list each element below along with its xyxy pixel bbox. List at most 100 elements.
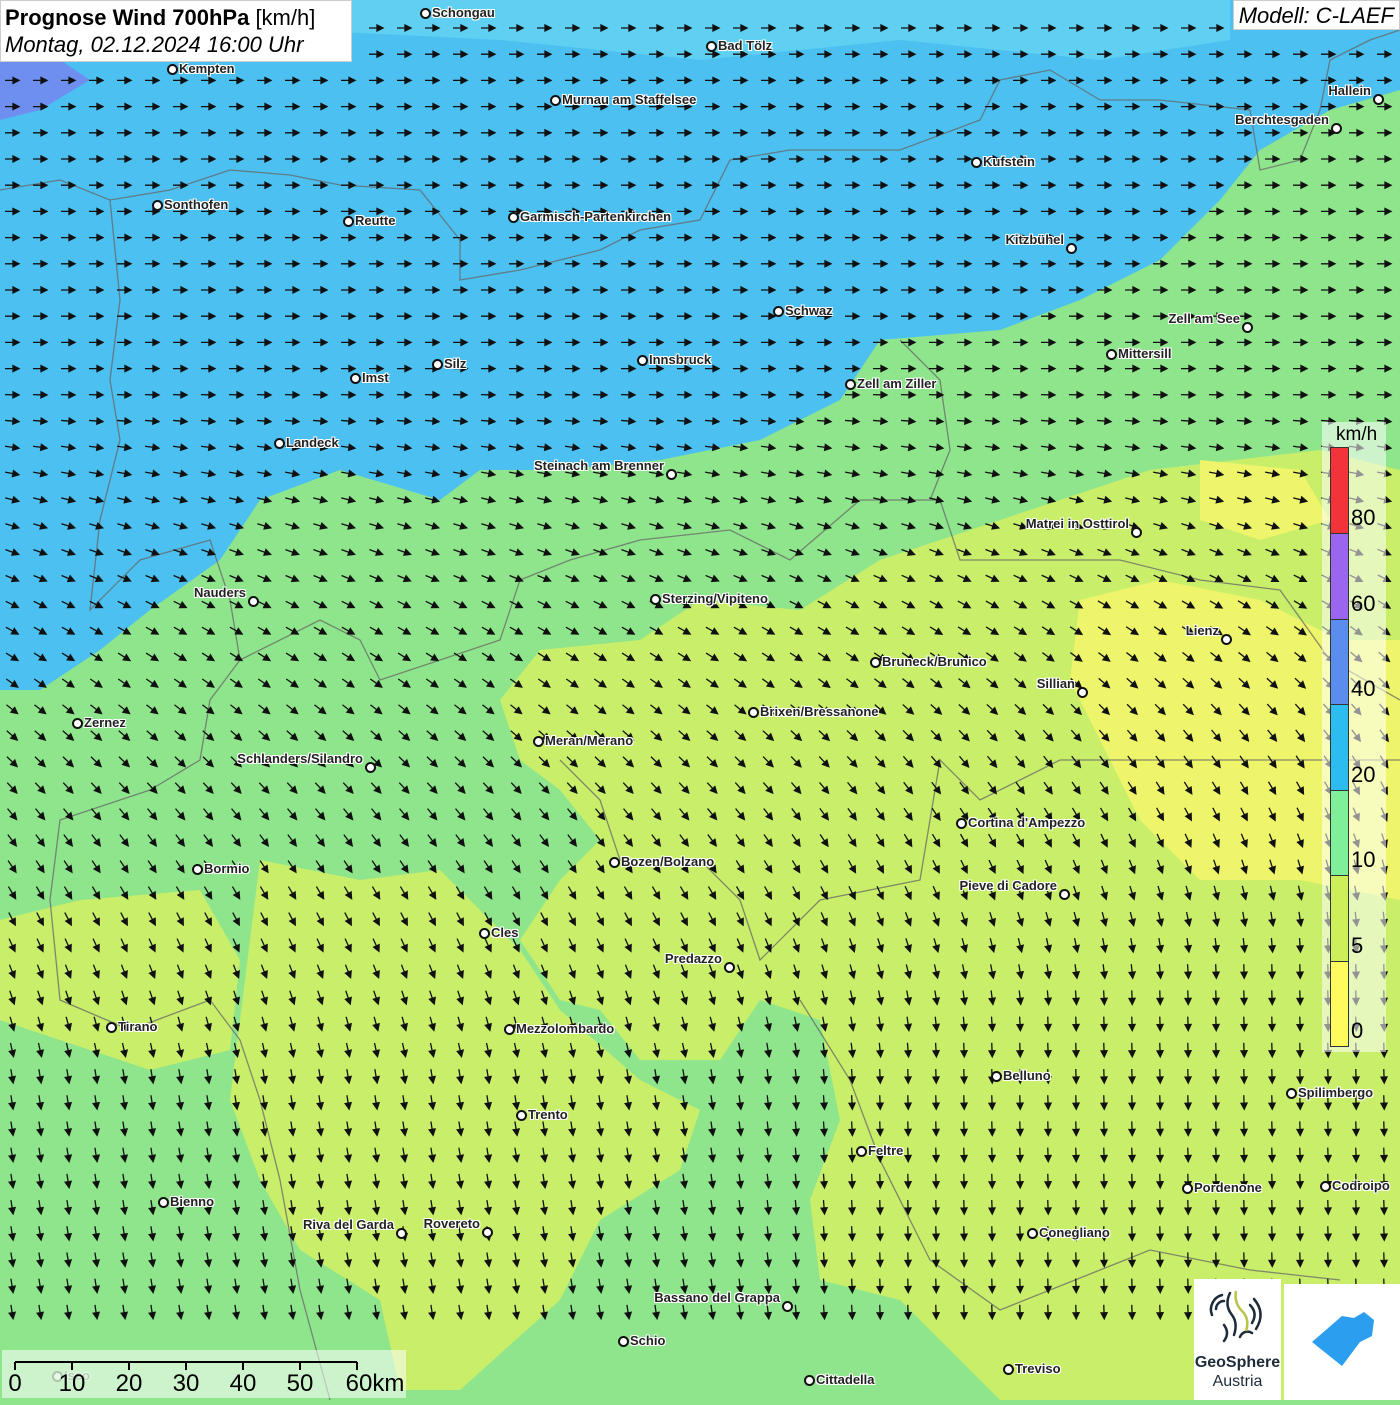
city-marker <box>748 707 759 718</box>
city-label: Mittersill <box>1118 346 1172 361</box>
geosphere-austria-logo[interactable]: GeoSphere Austria <box>1194 1279 1281 1400</box>
city-label: Mezzolombardo <box>516 1021 615 1036</box>
city-marker <box>1059 889 1070 900</box>
city-marker <box>666 469 677 480</box>
scale-ruler <box>14 1361 358 1370</box>
city-marker <box>72 718 83 729</box>
city-label: Pieve di Cadore <box>959 878 1057 893</box>
legend-color-step <box>1331 448 1348 534</box>
city-marker <box>1066 243 1077 254</box>
city-label: Riva del Garda <box>302 1217 394 1232</box>
city-label: Schwaz <box>785 303 833 318</box>
city-label: Sillian <box>1036 676 1075 691</box>
city-label: Murnau am Staffelsee <box>562 92 697 107</box>
title-text: Prognose Wind 700hPa <box>5 5 250 30</box>
city-label: Imst <box>362 370 389 385</box>
city-marker <box>1027 1228 1038 1239</box>
city-label: Sonthofen <box>164 197 229 212</box>
city-label: Kufstein <box>983 154 1035 169</box>
logo-subtext: Austria <box>1212 1373 1263 1390</box>
color-legend: km/h 80 60 40 20 10 5 0 <box>1322 422 1386 1052</box>
legend-color-step <box>1331 960 1348 1046</box>
legend-tick-label: 20 <box>1351 761 1376 787</box>
city-label: Lienz <box>1185 623 1219 638</box>
city-marker <box>106 1022 117 1033</box>
weather-app-logo[interactable] <box>1284 1284 1400 1400</box>
legend-tick-label: 5 <box>1351 932 1364 958</box>
scale-label: 40 <box>229 1370 257 1397</box>
city-marker <box>550 95 561 106</box>
city-marker <box>1373 94 1384 105</box>
city-marker <box>1106 349 1117 360</box>
city-label: Kempten <box>179 61 235 76</box>
city-marker <box>1131 527 1142 538</box>
city-label: Codroipo <box>1332 1178 1390 1193</box>
city-label: Bienno <box>170 1194 215 1209</box>
city-label: Conegliano <box>1039 1225 1110 1240</box>
legend-color-step <box>1331 618 1348 705</box>
city-label: Schlanders/Silandro <box>237 751 363 766</box>
city-label: Schio <box>630 1333 666 1348</box>
city-label: Schongau <box>432 5 495 20</box>
city-marker <box>158 1197 169 1208</box>
city-marker <box>804 1375 815 1386</box>
scale-label: 20 <box>115 1370 143 1397</box>
scale-label: 60km <box>345 1370 405 1397</box>
map-title: Prognose Wind 700hPa [km/h] <box>5 4 347 31</box>
mountain-cloud-icon <box>1312 1312 1374 1366</box>
city-marker <box>1286 1088 1297 1099</box>
forecast-datetime: Montag, 02.12.2024 16:00 Uhr <box>5 32 304 57</box>
city-marker <box>365 762 376 773</box>
city-label: Belluno <box>1003 1068 1051 1083</box>
city-marker <box>773 306 784 317</box>
city-marker <box>1077 687 1088 698</box>
city-marker <box>533 736 544 747</box>
city-label: Cortina d'Ampezzo <box>968 815 1086 830</box>
city-marker <box>1242 322 1253 333</box>
city-label: Brixen/Bressanone <box>760 704 879 719</box>
city-marker <box>248 596 259 607</box>
city-label: Trento <box>528 1107 568 1122</box>
legend-tick-label: 60 <box>1351 590 1376 616</box>
city-marker <box>956 818 967 829</box>
city-label: Silz <box>444 356 467 371</box>
legend-tick-label: 10 <box>1351 847 1376 873</box>
city-marker <box>706 41 717 52</box>
title-box: Prognose Wind 700hPa [km/h] Montag, 02.1… <box>0 0 352 62</box>
city-label: Tirano <box>118 1019 158 1034</box>
city-marker <box>724 962 735 973</box>
scale-label: 10 <box>58 1370 86 1397</box>
city-marker <box>1320 1181 1331 1192</box>
city-label: Garmisch-Partenkirchen <box>520 209 672 224</box>
city-label: Spilimbergo <box>1298 1085 1374 1100</box>
scale-label: 50 <box>286 1370 314 1397</box>
city-marker <box>167 64 178 75</box>
city-label: Bormio <box>204 861 250 876</box>
legend-tick-label: 40 <box>1351 676 1376 702</box>
city-marker <box>1182 1183 1193 1194</box>
city-marker <box>650 594 661 605</box>
city-label: Kitzbühel <box>1005 232 1065 247</box>
city-marker <box>618 1336 629 1347</box>
model-label: Modell: C-LAEF <box>1232 0 1400 30</box>
city-marker <box>192 864 203 875</box>
city-label: Nauders <box>193 585 246 600</box>
city-marker <box>637 355 648 366</box>
city-marker <box>479 928 490 939</box>
title-unit: [km/h] <box>255 5 316 30</box>
city-marker <box>343 216 354 227</box>
city-marker <box>870 657 881 668</box>
city-marker <box>782 1301 793 1312</box>
city-label: Matrei in Osttirol <box>1025 516 1129 531</box>
logo-text: GeoSphere <box>1194 1354 1281 1371</box>
city-label: Bozen/Bolzano <box>621 854 715 869</box>
city-marker <box>504 1024 515 1035</box>
city-label: Innsbruck <box>649 352 712 367</box>
city-marker <box>1221 634 1232 645</box>
city-marker <box>350 373 361 384</box>
city-marker <box>152 200 163 211</box>
legend-color-step <box>1331 875 1348 961</box>
city-label: Pordenone <box>1194 1180 1262 1195</box>
city-label: Cles <box>491 925 519 940</box>
city-marker <box>845 379 856 390</box>
